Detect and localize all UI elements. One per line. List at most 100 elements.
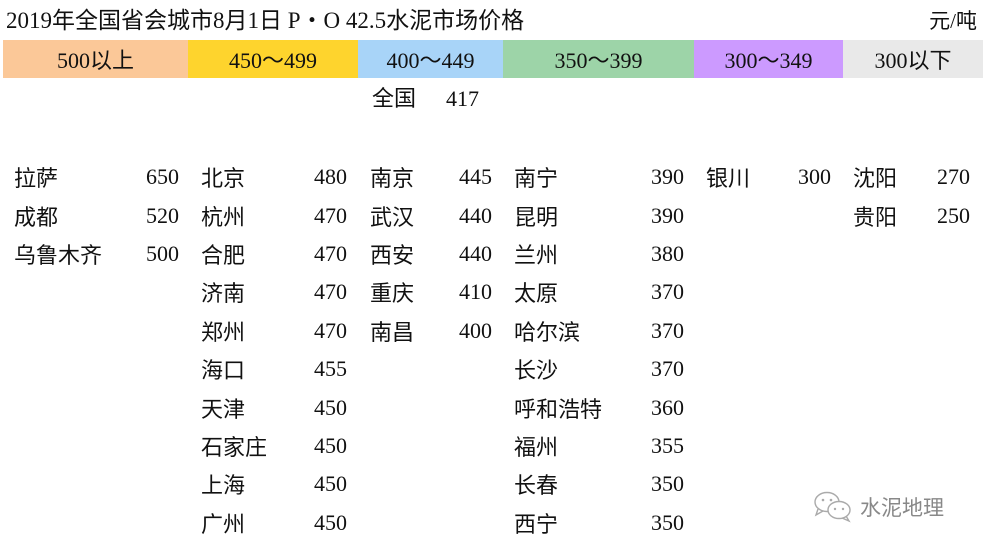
city-name: 兰州 <box>514 242 559 268</box>
city-name: 昆明 <box>514 204 559 230</box>
band-label: 350～399 <box>554 48 643 73</box>
city-name: 南昌 <box>370 319 415 345</box>
city-price: 390 <box>651 164 684 190</box>
city-name: 哈尔滨 <box>514 319 581 345</box>
city-price: 520 <box>146 202 179 228</box>
band-400-449: 400～449 <box>358 40 503 78</box>
city-price: 470 <box>314 240 347 266</box>
city-name: 长春 <box>514 473 559 499</box>
city-price-row: 乌鲁木齐 500 <box>14 235 179 273</box>
city-price: 440 <box>459 202 492 228</box>
city-name: 重庆 <box>370 281 415 307</box>
city-name: 西安 <box>370 242 415 268</box>
column-500-plus: 拉萨 650 成都 520 乌鲁木齐 500 <box>14 158 179 273</box>
national-average: 全国 417 <box>372 84 479 114</box>
city-price-row: 西宁 350 <box>514 504 684 542</box>
city-price-row: 银川 300 <box>706 158 831 196</box>
city-price-row: 武汉 440 <box>370 196 492 234</box>
city-name: 石家庄 <box>201 434 268 460</box>
watermark: 水泥地理 <box>812 490 944 524</box>
city-price-row: 郑州 470 <box>201 312 347 350</box>
city-name: 银川 <box>706 166 751 192</box>
city-price: 250 <box>937 202 970 228</box>
city-price: 410 <box>459 279 492 305</box>
city-price-row: 南京 445 <box>370 158 492 196</box>
city-price-row: 拉萨 650 <box>14 158 179 196</box>
city-price: 400 <box>459 317 492 343</box>
city-name: 西宁 <box>514 511 559 537</box>
city-price: 270 <box>937 164 970 190</box>
page-title: 2019年全国省会城市8月1日 P・O 42.5水泥市场价格 <box>6 8 525 33</box>
band-label: 450～499 <box>228 48 317 73</box>
city-price: 370 <box>651 356 684 382</box>
city-price-row: 长春 350 <box>514 465 684 503</box>
band-450-499: 450～499 <box>188 40 358 78</box>
city-name: 郑州 <box>201 319 246 345</box>
city-price: 300 <box>798 164 831 190</box>
city-name: 贵阳 <box>853 204 898 230</box>
price-band-legend: 500以上 450～499 400～449 350～399 300～349 30… <box>3 40 983 78</box>
city-price-row: 长沙 370 <box>514 350 684 388</box>
city-price-row: 呼和浩特 360 <box>514 388 684 426</box>
city-name: 广州 <box>201 511 246 537</box>
city-price-row: 南昌 400 <box>370 312 492 350</box>
city-price-row: 哈尔滨 370 <box>514 312 684 350</box>
column-300-349: 银川 300 <box>706 158 831 196</box>
city-price-row: 南宁 390 <box>514 158 684 196</box>
city-price-row: 昆明 390 <box>514 196 684 234</box>
band-label: 400～449 <box>386 48 475 73</box>
city-name: 乌鲁木齐 <box>14 242 103 268</box>
watermark-text: 水泥地理 <box>860 496 944 520</box>
band-below-300: 300以下 <box>843 40 983 78</box>
band-label: 300～349 <box>724 48 813 73</box>
city-price: 470 <box>314 279 347 305</box>
city-price: 445 <box>459 164 492 190</box>
city-name: 南京 <box>370 166 415 192</box>
city-price-row: 石家庄 450 <box>201 427 347 465</box>
city-name: 武汉 <box>370 204 415 230</box>
city-name: 南宁 <box>514 166 559 192</box>
city-price-row: 福州 355 <box>514 427 684 465</box>
city-price: 450 <box>314 509 347 535</box>
city-price-row: 合肥 470 <box>201 235 347 273</box>
band-500-plus: 500以上 <box>3 40 188 78</box>
city-price-row: 上海 450 <box>201 465 347 503</box>
city-price: 355 <box>651 432 684 458</box>
column-350-399: 南宁 390 昆明 390 兰州 380 太原 370 哈尔滨 370 长沙 370 呼和浩特 360 福州… <box>514 158 684 542</box>
city-price: 500 <box>146 240 179 266</box>
city-price: 470 <box>314 202 347 228</box>
city-price-row: 贵阳 250 <box>853 196 970 234</box>
band-350-399: 350～399 <box>503 40 694 78</box>
city-price: 455 <box>314 356 347 382</box>
city-price-row: 天津 450 <box>201 388 347 426</box>
city-price-row: 济南 470 <box>201 273 347 311</box>
city-price-row: 北京 480 <box>201 158 347 196</box>
city-price-row: 西安 440 <box>370 235 492 273</box>
band-label: 500以上 <box>56 48 134 73</box>
city-price: 480 <box>314 164 347 190</box>
national-value: 417 <box>446 86 480 111</box>
city-price: 350 <box>651 509 684 535</box>
city-name: 成都 <box>14 204 59 230</box>
column-450-499: 北京 480 杭州 470 合肥 470 济南 470 郑州 470 海口 455 天津 450 石家庄 45… <box>201 158 347 542</box>
city-price: 650 <box>146 164 179 190</box>
city-name: 海口 <box>201 358 246 384</box>
city-price: 450 <box>314 432 347 458</box>
city-name: 济南 <box>201 281 246 307</box>
city-name: 上海 <box>201 473 246 499</box>
city-price: 450 <box>314 394 347 420</box>
city-price: 350 <box>651 471 684 497</box>
city-price: 370 <box>651 279 684 305</box>
city-name: 拉萨 <box>14 166 59 192</box>
city-price: 370 <box>651 317 684 343</box>
column-below-300: 沈阳 270 贵阳 250 <box>853 158 970 235</box>
city-price-row: 太原 370 <box>514 273 684 311</box>
national-label: 全国 <box>372 86 417 111</box>
city-price-row: 兰州 380 <box>514 235 684 273</box>
city-name: 天津 <box>201 396 246 422</box>
city-name: 太原 <box>514 281 559 307</box>
band-label: 300以下 <box>874 48 952 73</box>
city-price-row: 重庆 410 <box>370 273 492 311</box>
city-name: 合肥 <box>201 242 246 268</box>
city-price-row: 成都 520 <box>14 196 179 234</box>
